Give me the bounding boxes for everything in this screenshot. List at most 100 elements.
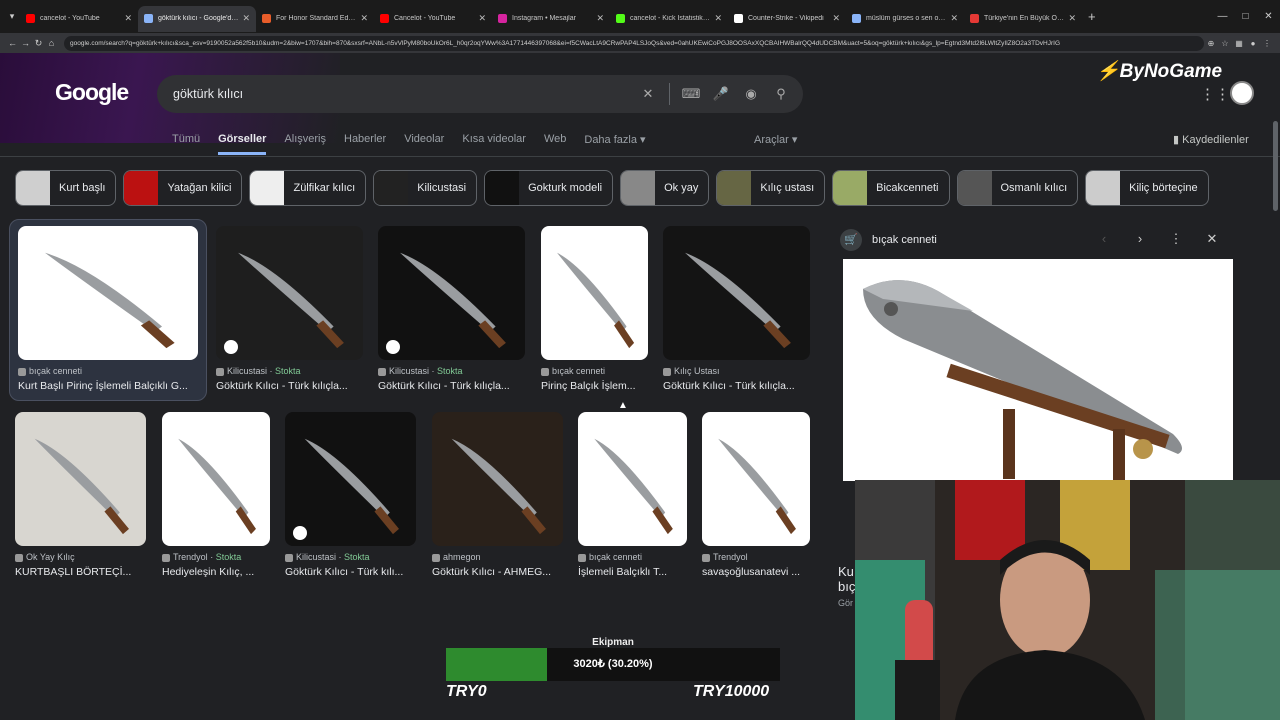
- close-icon[interactable]: ✕: [1194, 231, 1230, 247]
- scrollbar[interactable]: [1273, 121, 1278, 211]
- result-title[interactable]: Kurt Başlı Pirinç İşlemeli Balçıklı G...: [18, 380, 198, 392]
- tab-close-icon[interactable]: ✕: [832, 13, 840, 24]
- related-chip[interactable]: Bicakcenneti: [832, 170, 950, 206]
- bookmark-star-icon[interactable]: ☆: [1218, 39, 1232, 48]
- tab-close-icon[interactable]: ✕: [360, 13, 368, 24]
- result-title[interactable]: Göktürk Kılıcı - Türk kılı...: [285, 566, 416, 578]
- tab-close-icon[interactable]: ✕: [242, 13, 250, 24]
- image-result[interactable]: Trendyol · Stokta Hediyeleşin Kılıç, ...: [162, 412, 270, 578]
- tab-favicon-icon: [144, 14, 153, 23]
- tab-title: Instagram • Mesajlar: [512, 15, 576, 22]
- source-favicon-icon: [578, 553, 586, 562]
- browser-tab[interactable]: Instagram • Mesajlar ✕: [492, 6, 610, 32]
- result-title[interactable]: Göktürk Kılıcı - AHMEG...: [432, 566, 563, 578]
- result-thumbnail[interactable]: [216, 226, 363, 360]
- result-thumbnail[interactable]: [162, 412, 270, 546]
- result-thumbnail[interactable]: [378, 226, 525, 360]
- image-result[interactable]: bıçak cenneti İşlemeli Balçıklı T...: [578, 412, 687, 578]
- result-thumbnail[interactable]: [578, 412, 687, 546]
- result-title[interactable]: Göktürk Kılıcı - Türk kılıçla...: [216, 380, 363, 392]
- related-chip[interactable]: Osmanlı kılıcı: [956, 170, 1079, 206]
- zoom-icon[interactable]: ⊕: [1204, 39, 1218, 48]
- result-thumbnail[interactable]: [663, 226, 810, 360]
- result-title[interactable]: Göktürk Kılıcı - Türk kılıçla...: [378, 380, 525, 392]
- image-result[interactable]: Kılıç Ustası Göktürk Kılıcı - Türk kılıçl…: [663, 226, 810, 392]
- profile-icon[interactable]: ●: [1246, 39, 1260, 48]
- chip-thumbnail: [957, 171, 992, 205]
- minimize-icon[interactable]: —: [1211, 11, 1234, 22]
- image-result[interactable]: bıçak cenneti Pirinç Balçık İşlem...: [541, 226, 648, 392]
- source-name: Kilicustasi: [296, 552, 337, 562]
- result-title[interactable]: KURTBAŞLI BÖRTEÇİ...: [15, 566, 146, 578]
- new-tab-icon[interactable]: +: [1088, 9, 1096, 24]
- webcam-overlay: [855, 480, 1280, 720]
- source-name: Kılıç Ustası: [674, 366, 720, 376]
- preview-image[interactable]: [843, 259, 1233, 481]
- browser-tab[interactable]: Türkiye'nin En Büyük Oyuncu P✕: [964, 6, 1082, 32]
- tab-favicon-icon: [498, 14, 507, 23]
- close-window-icon[interactable]: ✕: [1257, 11, 1280, 22]
- source-name: Kilicustasi: [227, 366, 268, 376]
- image-result[interactable]: Trendyol savaşoğlusanatevi ...: [702, 412, 810, 578]
- maximize-icon[interactable]: □: [1234, 11, 1257, 22]
- tab-close-icon[interactable]: ✕: [596, 13, 604, 24]
- source-favicon-icon: [18, 367, 26, 376]
- tab-close-icon[interactable]: ✕: [950, 13, 958, 24]
- image-result[interactable]: Kilicustasi · Stokta Göktürk Kılıcı - Tür…: [216, 226, 363, 392]
- result-title[interactable]: Hediyeleşin Kılıç, ...: [162, 566, 270, 578]
- more-icon[interactable]: ⋮: [1158, 231, 1194, 247]
- tab-search-icon[interactable]: ▾: [4, 11, 20, 22]
- result-title[interactable]: Pirinç Balçık İşlem...: [541, 380, 648, 392]
- browser-tab[interactable]: For Honor Standard Edition | E ✕: [256, 6, 374, 32]
- url-field[interactable]: google.com/search?q=göktürk+kılıcı&sca_e…: [64, 35, 1204, 51]
- tab-favicon-icon: [262, 14, 271, 23]
- result-title[interactable]: savaşoğlusanatevi ...: [702, 566, 810, 578]
- home-icon[interactable]: ⌂: [45, 38, 58, 48]
- image-result[interactable]: Kilicustasi · Stokta Göktürk Kılıcı - Tür…: [285, 412, 416, 578]
- forward-icon[interactable]: →: [19, 38, 32, 48]
- source-favicon-icon: [162, 553, 170, 562]
- result-source: bıçak cenneti: [18, 366, 198, 376]
- source-name: bıçak cenneti: [552, 366, 606, 376]
- image-result[interactable]: bıçak cenneti Kurt Başlı Pirinç İşlemeli …: [18, 226, 198, 392]
- browser-tab[interactable]: müslüm gürses o sen olsan ba ✕: [846, 6, 964, 32]
- goal-min-label: TRY0: [446, 683, 487, 700]
- result-thumbnail[interactable]: [18, 226, 198, 360]
- tab-close-icon[interactable]: ✕: [1068, 13, 1076, 24]
- prev-icon[interactable]: ‹: [1086, 231, 1122, 247]
- source-name: bıçak cenneti: [29, 366, 83, 376]
- image-result[interactable]: ahmegon Göktürk Kılıcı - AHMEG...: [432, 412, 563, 578]
- extensions-icon[interactable]: ▦: [1232, 39, 1246, 48]
- browser-tab[interactable]: göktürk kılıcı - Google'da Ara ✕: [138, 5, 256, 32]
- bynogame-watermark: ⚡ByNoGame: [1096, 61, 1223, 82]
- tab-favicon-icon: [734, 14, 743, 23]
- source-favicon-icon: [432, 553, 440, 562]
- next-icon[interactable]: ›: [1122, 231, 1158, 247]
- image-result[interactable]: Ok Yay Kılıç KURTBAŞLI BÖRTEÇİ...: [15, 412, 146, 578]
- browser-tab[interactable]: cancelot - Kick İstatistikleri ✕: [610, 6, 728, 32]
- related-chip[interactable]: Kiliç börteçine: [1085, 170, 1209, 206]
- result-thumbnail[interactable]: [432, 412, 563, 546]
- tab-close-icon[interactable]: ✕: [714, 13, 722, 24]
- avatar[interactable]: [1230, 81, 1254, 105]
- image-result[interactable]: Kilicustasi · Stokta Göktürk Kılıcı - Tür…: [378, 226, 525, 392]
- back-icon[interactable]: ←: [6, 38, 19, 48]
- tab-title: For Honor Standard Edition | E: [276, 15, 356, 22]
- menu-icon[interactable]: ⋮: [1260, 39, 1274, 48]
- tab-close-icon[interactable]: ✕: [478, 13, 486, 24]
- panel-source[interactable]: bıçak cenneti: [872, 234, 937, 246]
- tab-title: Counter-Strike - Vikipedi: [748, 15, 824, 22]
- result-thumbnail[interactable]: [541, 226, 648, 360]
- stock-badge: Stokta: [437, 366, 463, 376]
- reload-icon[interactable]: ↻: [32, 38, 45, 49]
- saved-button[interactable]: ▮ Kaydedilenler: [1173, 133, 1249, 146]
- browser-tab[interactable]: Cancelot - YouTube ✕: [374, 6, 492, 32]
- result-title[interactable]: İşlemeli Balçıklı T...: [578, 566, 687, 578]
- result-thumbnail[interactable]: [15, 412, 146, 546]
- result-thumbnail[interactable]: [702, 412, 810, 546]
- tab-close-icon[interactable]: ✕: [124, 13, 132, 24]
- result-title[interactable]: Göktürk Kılıcı - Türk kılıçla...: [663, 380, 810, 392]
- browser-tab[interactable]: cancelot - YouTube ✕: [20, 6, 138, 32]
- result-thumbnail[interactable]: [285, 412, 416, 546]
- browser-tab[interactable]: Counter-Strike - Vikipedi ✕: [728, 6, 846, 32]
